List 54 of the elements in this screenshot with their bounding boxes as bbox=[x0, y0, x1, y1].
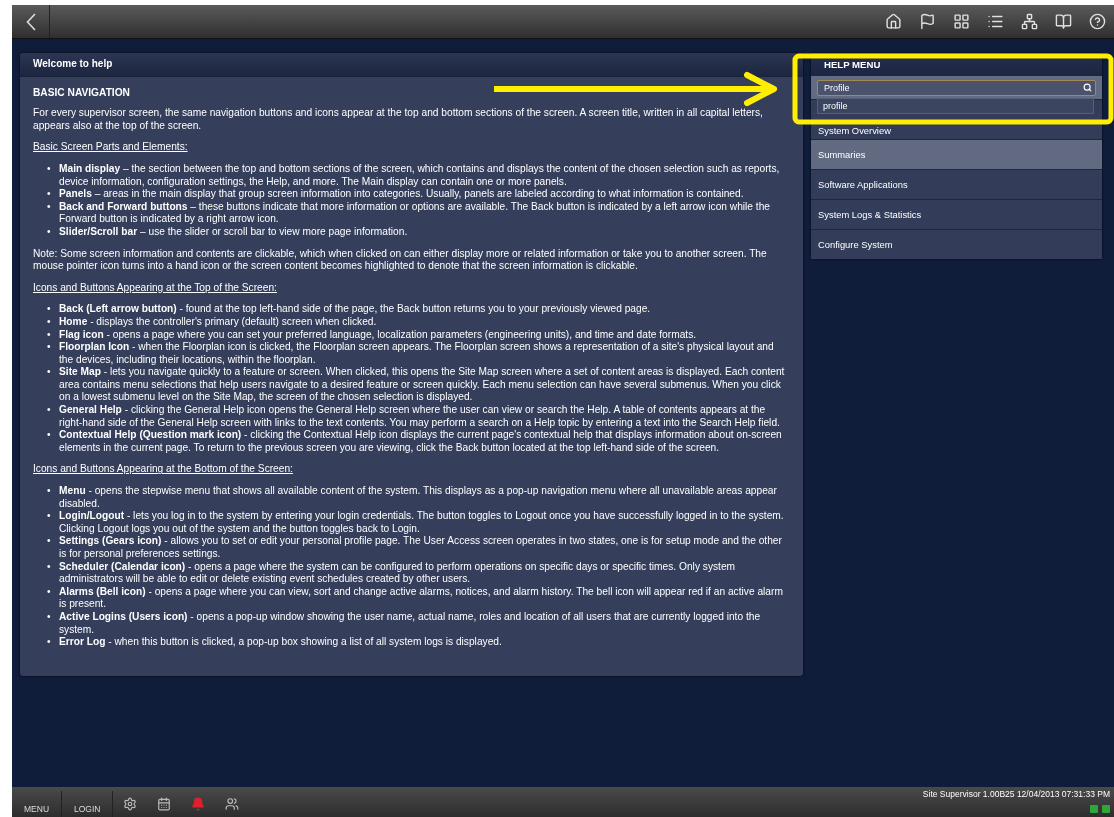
search-field[interactable]: Profile bbox=[817, 80, 1096, 96]
subheading: Icons and Buttons Appearing at the Top of the Screen: bbox=[33, 281, 278, 295]
bullet: • bbox=[47, 636, 52, 649]
list-item: Panels – areas in the main display that group screen information into categories. Usually, panels are labeled according to what information is contained. bbox=[59, 188, 745, 201]
bullet: • bbox=[47, 366, 52, 380]
list-item: Settings (Gears icon) - allows you to set or edit your personal profile page. The User Access screen operates in two states, one is for setup mode and the other is for personal preferences settings. bbox=[59, 535, 783, 561]
list-item: Contextual Help (Question mark icon) - clicking the Contextual Help icon displays the current page's contextual help that displays information about on-screen elements in the current page. To return to the previous screen you are viewing, click the Back button located at the top left-hand side of the screen. bbox=[59, 429, 783, 455]
list-item: Slider/Scroll bar – use the slider or scroll bar to view more page information. bbox=[59, 225, 409, 239]
list-item: Flag icon - opens a page where you can set your preferred language, localization parameters (engineering units), and time and date formats. bbox=[59, 328, 698, 342]
bullet: • bbox=[47, 303, 52, 316]
chevron-left-icon bbox=[25, 12, 36, 31]
menu-item[interactable]: Software Applications bbox=[811, 169, 1102, 199]
list-item: Error Log - when this button is clicked, a pop-up box showing a list of all system logs is displayed. bbox=[59, 636, 503, 649]
bottom-button[interactable]: LOGIN bbox=[62, 791, 114, 817]
list-item: Active Logins (Users icon) - opens a pop-up window showing the user name, actual name, roles and location of all users that are currently logged into the system. bbox=[59, 610, 762, 637]
list-item: Menu - opens the stepwise menu that shows all available content of the system. This displays as a pop-up navigation menu where all unavailable areas appear disabled. bbox=[59, 485, 778, 511]
list-item: Alarms (Bell icon) - opens a page where you can view, sort and change active alarms, notices, and alarm history. The bell icon will appear red if an active alarm is present. bbox=[59, 585, 784, 611]
list-item: General Help - clicking the General Help icon opens the General Help screen where the user can view or search the Help. A table of contents appears at the right-hand side of the General Help screen with links to the text contents. You may perform a search on a Help topic by entering a text into the Search Help field. bbox=[59, 404, 781, 430]
bullet: • bbox=[47, 341, 52, 355]
bullet: • bbox=[47, 162, 52, 176]
bullet: • bbox=[47, 315, 52, 329]
panel-title: Welcome to help bbox=[20, 53, 803, 77]
bullet: • bbox=[47, 328, 52, 342]
bullet: • bbox=[47, 225, 52, 239]
menu-item[interactable]: Configure System bbox=[811, 229, 1102, 259]
bullet: • bbox=[47, 510, 52, 524]
bullet: • bbox=[47, 200, 52, 214]
paragraph: For every supervisor screen, the same navigation buttons and icons appear at the top and bottom sections of the screen. A screen title, written in all capital letters, appears also at the top of the screen. bbox=[33, 107, 764, 133]
bullet: • bbox=[47, 404, 52, 418]
search-icon[interactable] bbox=[1083, 83, 1092, 92]
menu-item[interactable]: Summaries bbox=[811, 139, 1102, 169]
subheading: Icons and Buttons Appearing at the Bottom of the Screen: bbox=[33, 463, 294, 477]
subheading: Basic Screen Parts and Elements: bbox=[33, 141, 189, 154]
list-item: Main display – the section between the top and bottom sections of the screen, which contains and displays the content of the chosen selection such as reports, device information, configuration settings, the Help, and more. The Main display can contain one or more panels. bbox=[59, 162, 781, 189]
bullet: • bbox=[47, 429, 52, 443]
bullet: • bbox=[47, 585, 52, 599]
list-item: Back and Forward buttons – these buttons indicate that more information or options are available. The Back button is indicated by a left arrow icon while the Forward button is indicated by a right arrow icon. bbox=[59, 200, 772, 226]
list-item: Site Map - lets you navigate quickly to a feature or screen. When clicked, this opens the Site Map screen where a set of content areas is displayed. Each content area contains menu selections that help users navigate to a desired feature or screen quickly. Each menu selection can have several submenus. When you click on a lowest submenu level on the Site Map, the screen of the chosen selection is displayed. bbox=[59, 366, 786, 405]
bullet: • bbox=[47, 610, 52, 624]
bottom-button[interactable]: MENU bbox=[12, 791, 63, 817]
bullet: • bbox=[47, 485, 52, 499]
status-text: Site Supervisor 1.00B25 12/04/2013 07:31:33 PM bbox=[922, 788, 1110, 799]
paragraph: Note: Some screen information and contents are clickable, which when clicked on can either display more or related information or take you to another screen. The mouse pointer icon turns into a hand icon or the screen content becomes highlighted to denote that the screen information is clickable. bbox=[33, 247, 768, 273]
bullet: • bbox=[47, 188, 52, 201]
suggestion-item[interactable]: profile bbox=[818, 99, 1093, 113]
bullet: • bbox=[47, 560, 52, 574]
list-item: Back (Left arrow button) - found at the top left-hand side of the page, the Back button returns you to your previously viewed page. bbox=[59, 303, 652, 316]
list-item: Login/Logout - lets you log in to the system by entering your login credentials. The button toggles to Logout once you have successfully logged in to the system. Clicking Logout logs you out of the system and the button toggles back to Login. bbox=[59, 510, 785, 536]
menu-item[interactable]: System Logs & Statistics bbox=[811, 199, 1102, 229]
list-item: Scheduler (Calendar icon) - opens a page where the system can be configured to perform operations on specific days or specific times. Only system administrators will be able to edit or delete existing event schedules created by other users. bbox=[59, 560, 737, 586]
section-heading: BASIC NAVIGATION bbox=[33, 86, 131, 100]
list-item: Home - displays the controller's primary (default) screen when clicked. bbox=[59, 315, 378, 329]
bullet: • bbox=[47, 535, 52, 549]
list-item: Floorplan Icon - when the Floorplan icon is clicked, the Floorplan screen appears. The Floorplan screen shows a representation of a site's physical layout and the devices, including their locations, within the floorplan. bbox=[59, 341, 775, 367]
